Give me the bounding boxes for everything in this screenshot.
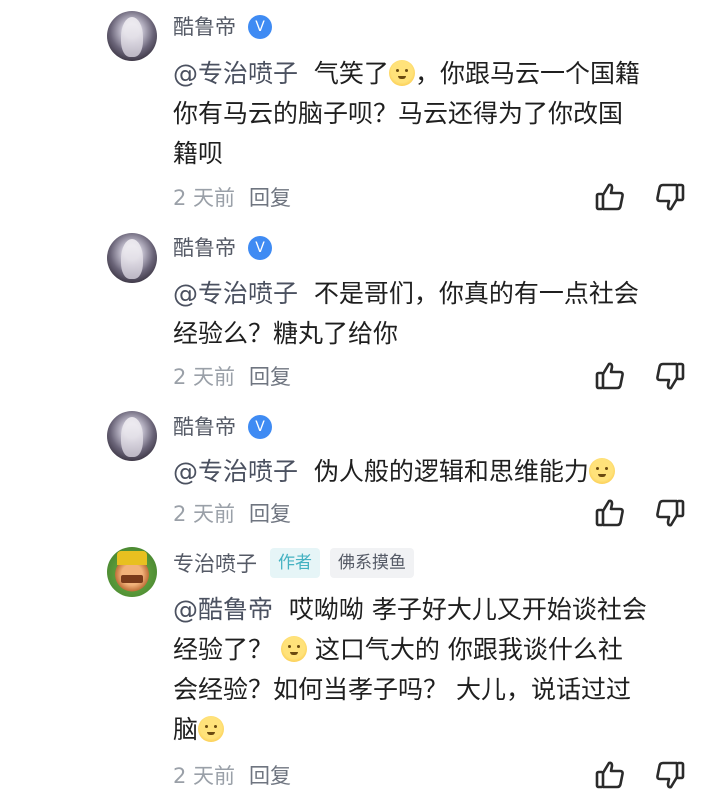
author-tag: 作者	[270, 548, 320, 578]
comment-text: @酷鲁帝 哎呦呦 孝子好大儿又开始谈社会 经验了？ 这口气大的 你跟我谈什么社 …	[173, 595, 647, 744]
user-avatar[interactable]	[107, 547, 157, 597]
comment-time: 2 天前	[173, 764, 236, 788]
smile-emoji-icon	[198, 716, 225, 742]
comment-item: 专治喷子 作者 佛系摸鱼 @酷鲁帝 哎呦呦 孝子好大儿又开始谈社会 经验了？ 这…	[0, 0, 720, 809]
mention-link[interactable]: @酷鲁帝	[173, 595, 273, 624]
thumbs-down-icon[interactable]	[654, 759, 686, 791]
comment-meta: 2 天前 回复	[173, 762, 291, 790]
reply-button[interactable]: 回复	[249, 764, 291, 788]
thumbs-up-icon[interactable]	[594, 759, 626, 791]
username[interactable]: 专治喷子	[173, 550, 257, 578]
smile-emoji-icon	[280, 636, 307, 662]
fan-badge-tag: 佛系摸鱼	[330, 548, 414, 578]
